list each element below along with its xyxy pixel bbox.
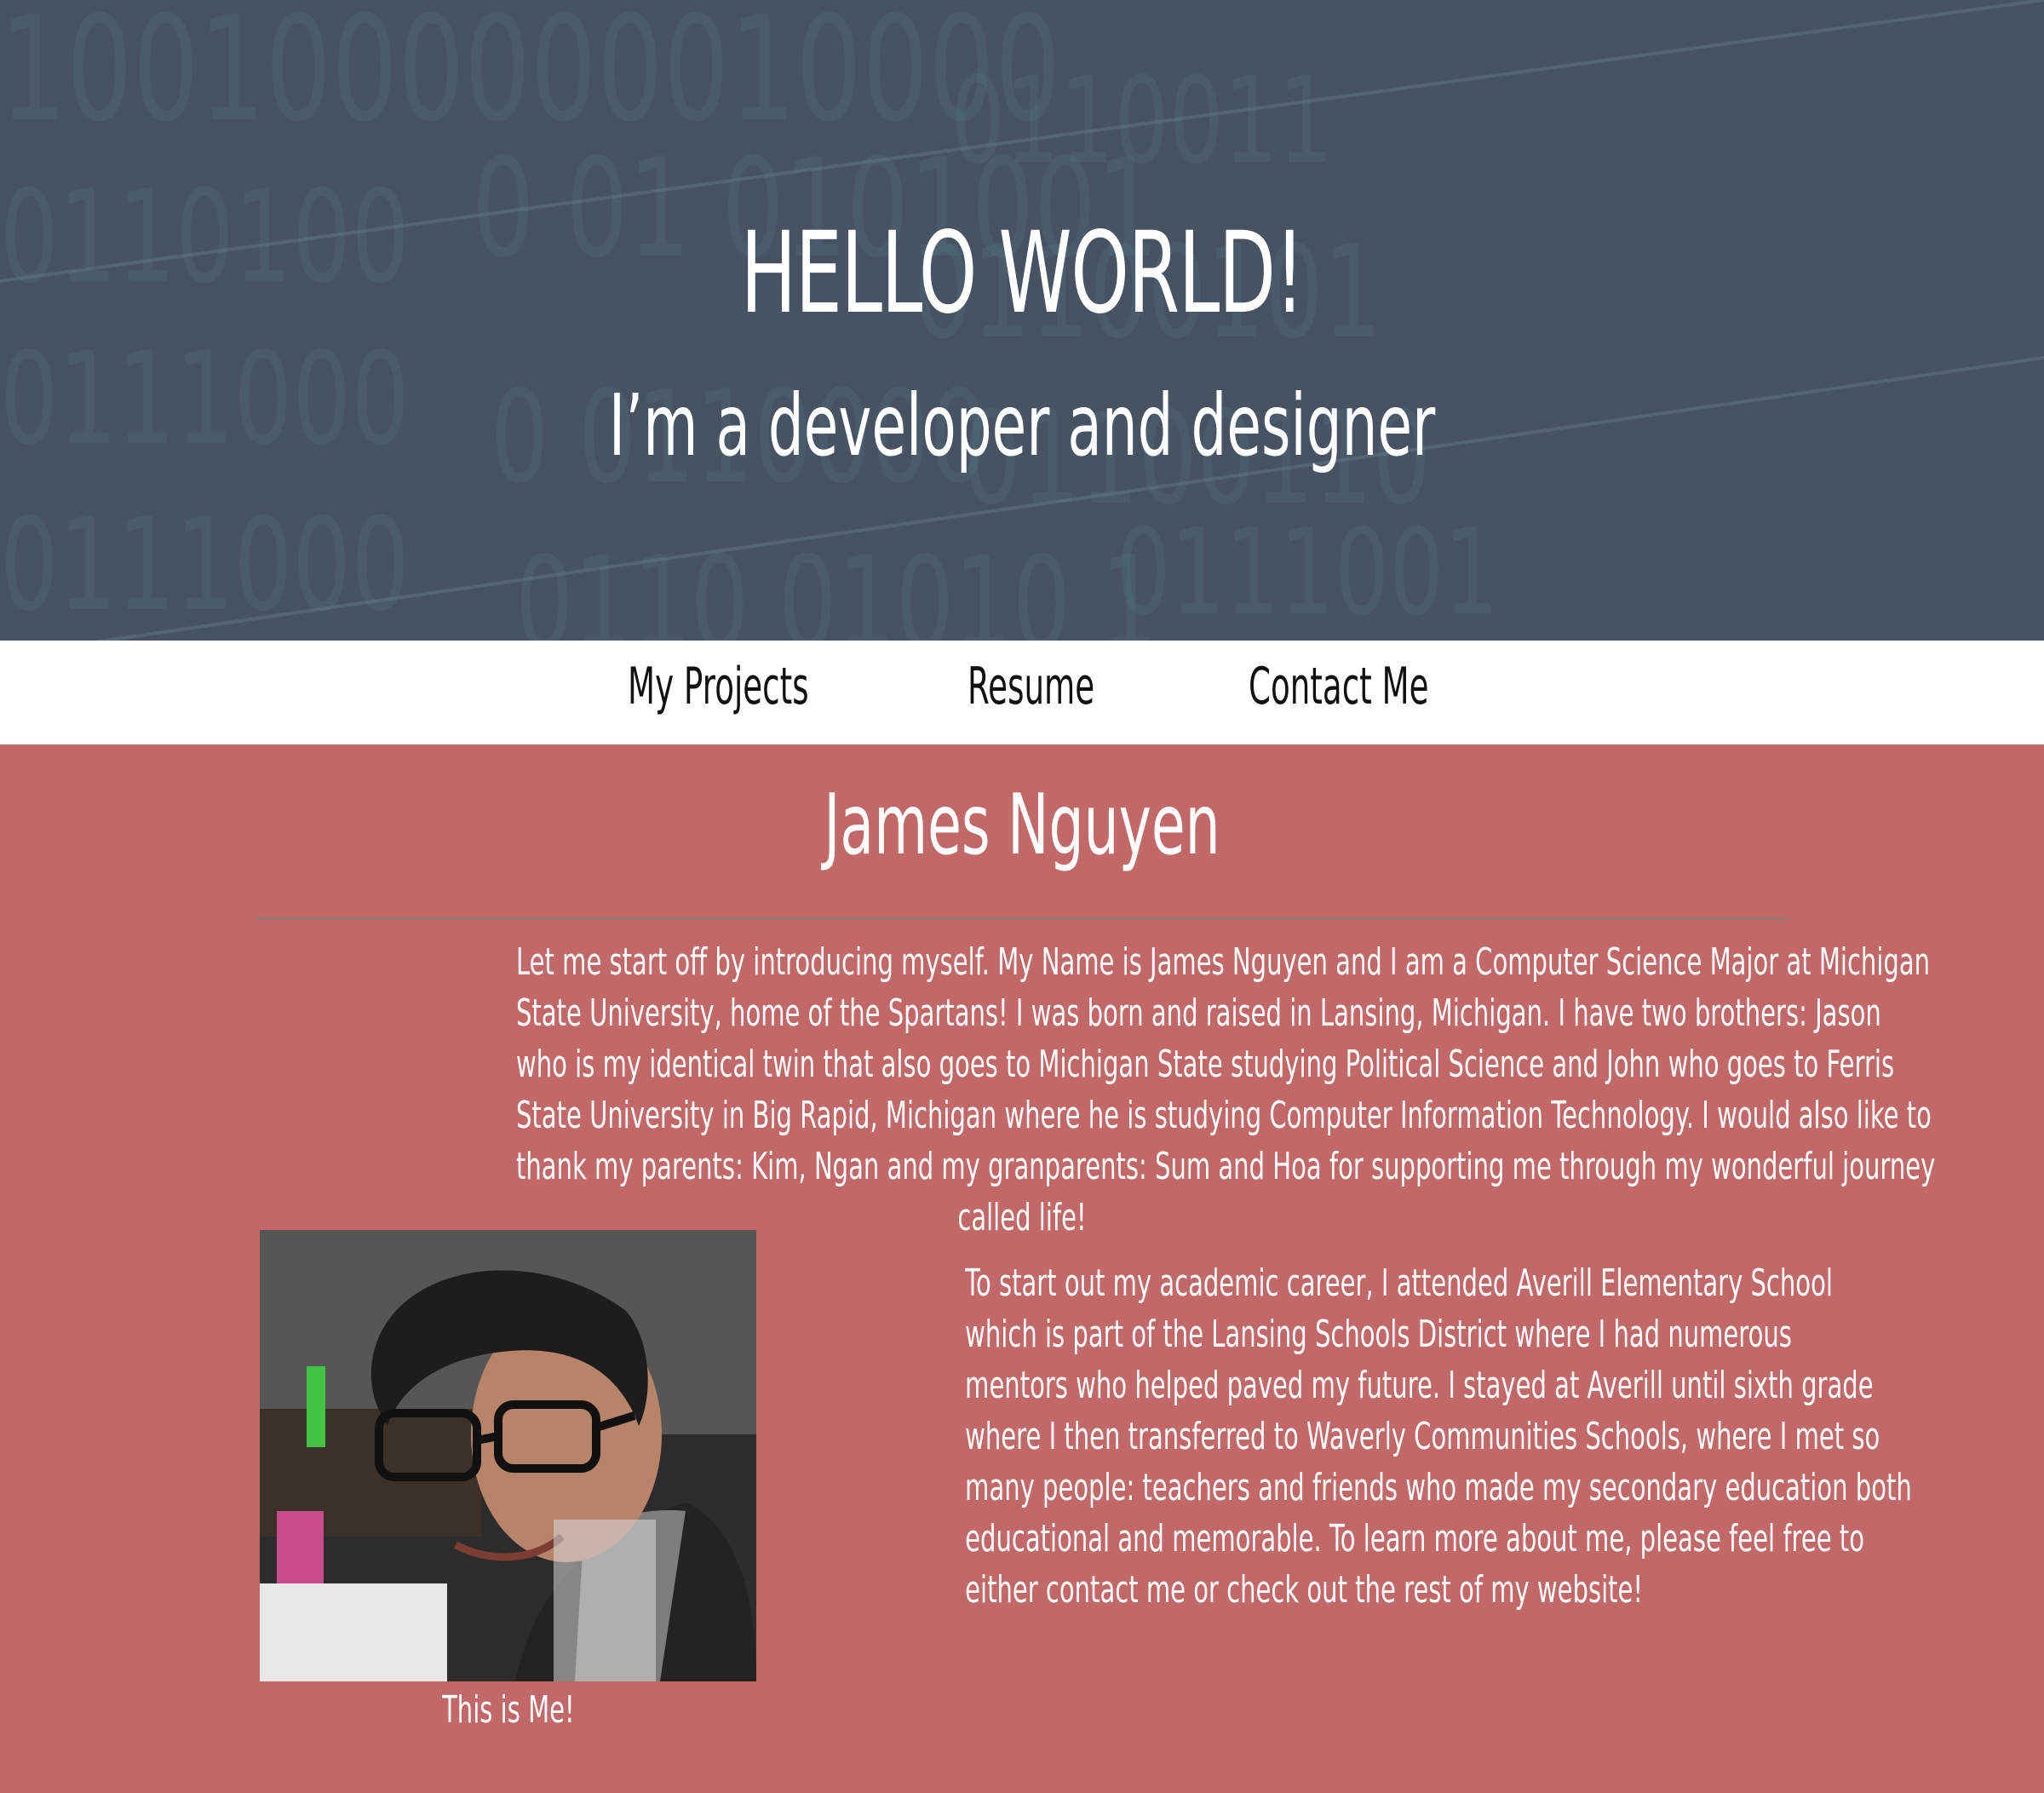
intro-line: Let me start off by introducing myself. … [516,940,1931,984]
academic-paragraph: To start out my academic career, I atten… [792,1258,1912,1616]
intro-line: thank my parents: Kim, Ngan and my granp… [516,1145,1936,1188]
main-navigation: My Projects Resume Contact Me [0,641,2044,744]
photo-caption: This is Me! [260,1685,756,1736]
academic-line: many people: teachers and friends who ma… [965,1466,1912,1509]
nav-contact-me-link[interactable]: Contact Me [1249,661,1429,712]
hero-content: HELLO WORLD! I’m a developer and designe… [0,0,2044,641]
intro-line: who is my identical twin that also goes … [516,1043,1895,1086]
hero-banner: 1001000000010000 0110011 0110100 0 01 01… [0,0,2044,641]
nav-my-projects-link[interactable]: My Projects [628,661,809,712]
introduction-paragraph: Let me start off by introducing myself. … [256,937,1936,1244]
academic-line: To start out my academic career, I atten… [965,1261,1833,1305]
section-divider [256,918,1788,920]
intro-line: State University in Big Rapid, Michigan … [516,1094,1932,1137]
profile-name: James Nguyen [824,777,1220,874]
academic-line: educational and memorable. To learn more… [965,1517,1864,1560]
nav-resume-link[interactable]: Resume [967,661,1094,712]
hero-title: HELLO WORLD! [740,208,1305,339]
portrait-illustration [260,1230,756,1681]
hero-subtitle: I’m a developer and designer [608,376,1436,475]
photo-caption-text: This is Me! [441,1688,575,1732]
academic-line: where I then transferred to Waverly Comm… [965,1415,1880,1458]
intro-line: State University, home of the Spartans! … [516,991,1881,1035]
academic-line: either contact me or check out the rest … [965,1568,1644,1612]
about-section: James Nguyen Let me start off by introdu… [0,744,2044,1793]
academic-line: which is part of the Lansing Schools Dis… [965,1313,1792,1356]
profile-photo [260,1230,756,1681]
academic-line: mentors who helped paved my future. I st… [965,1364,1874,1407]
